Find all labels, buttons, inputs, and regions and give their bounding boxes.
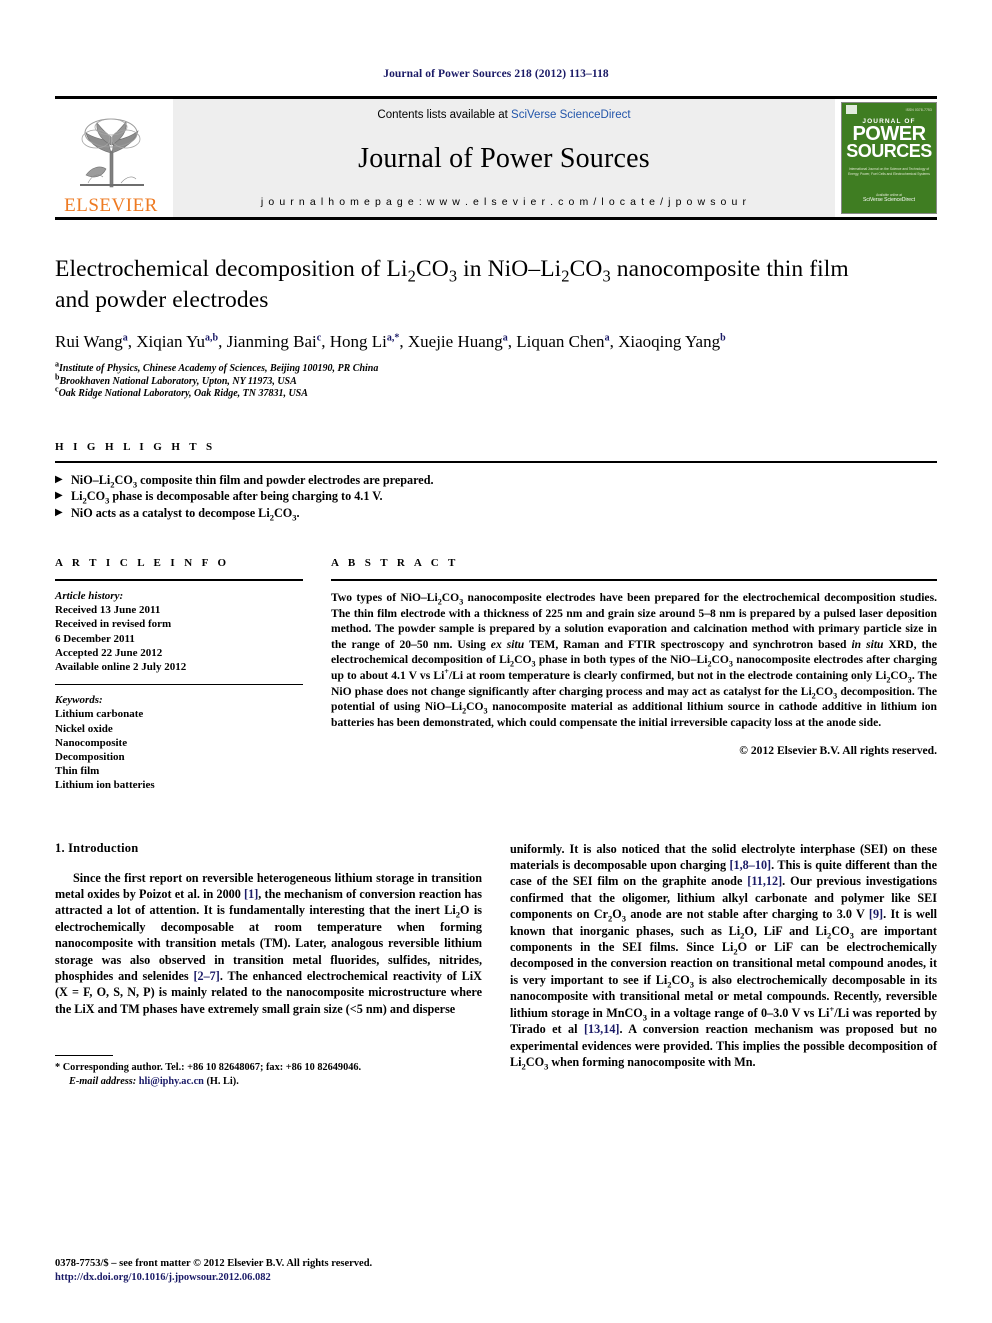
running-head: Journal of Power Sources 218 (2012) 113–… [383, 68, 609, 80]
contents-list-line: Contents lists available at SciVerse Sci… [377, 109, 630, 121]
intro-paragraph-left: Since the first report on reversible het… [55, 870, 482, 1016]
highlight-text: NiO–Li2CO3 composite thin film and powde… [71, 472, 434, 489]
keywords-block: Keywords: Lithium carbonate Nickel oxide… [55, 685, 303, 792]
contents-prefix: Contents lists available at [377, 109, 512, 121]
affiliation-item: aInstitute of Physics, Chinese Academy o… [55, 359, 379, 374]
article-page: Journal of Power Sources 218 (2012) 113–… [0, 0, 992, 1323]
author-item: Xuejie Huanga [407, 332, 508, 351]
author-item: Xiaoqing Yangb [618, 332, 726, 351]
elsevier-logo: ELSEVIER [55, 99, 167, 217]
abstract-copyright: © 2012 Elsevier B.V. All rights reserved… [739, 744, 937, 758]
article-title-line-2: and powder electrodes [55, 287, 269, 313]
journal-cover-thumbnail: ISSN 0378-7753 JOURNAL OF POWER SOURCES … [841, 102, 937, 214]
article-history-item: 6 December 2011 [55, 632, 135, 645]
elsevier-tree-icon [80, 118, 144, 188]
cover-top-strip: ISSN 0378-7753 [842, 103, 936, 116]
highlights-list: ▶ NiO–Li2CO3 composite thin film and pow… [55, 463, 937, 522]
author-list: Rui Wanga, Xiqian Yua,b, Jianming Baic, … [55, 332, 726, 351]
journal-masthead: ELSEVIER Contents lists available at Sci… [55, 96, 937, 220]
highlight-item: ▶ Li2CO3 phase is decomposable after bei… [55, 488, 937, 505]
highlight-item: ▶ NiO acts as a catalyst to decompose Li… [55, 505, 937, 522]
author-item: Jianming Baic [226, 332, 322, 351]
masthead-center: Contents lists available at SciVerse Sci… [173, 99, 835, 217]
footnote-star: * [55, 1062, 61, 1074]
highlights-heading: H I G H L I G H T S [55, 440, 216, 453]
title-block: Electrochemical decomposition of Li2CO3 … [55, 254, 937, 401]
page-title: Electrochemical decomposition of Li2CO3 … [55, 254, 937, 316]
email-note: E-mail address: hli@iphy.ac.cn (H. Li). [55, 1075, 482, 1089]
email-suffix: (H. Li). [206, 1075, 239, 1087]
keywords-label: Keywords: [55, 694, 103, 707]
intro-paragraph-right: uniformly. It is also noticed that the s… [510, 841, 938, 1072]
keyword-item: Decomposition [55, 751, 125, 764]
body-column-left: 1. Introduction Since the first report o… [55, 841, 482, 1089]
footnote-block: * Corresponding author. Tel.: +86 10 826… [55, 1055, 482, 1088]
keyword-item: Nanocomposite [55, 736, 128, 749]
cover-footer-bold: SciVerse ScienceDirect [863, 197, 915, 203]
author-item: Xiqian Yua,b [136, 332, 219, 351]
journal-title: Journal of Power Sources [358, 142, 650, 174]
info-abstract-row: A R T I C L E I N F O Article history: R… [55, 553, 937, 793]
journal-homepage-line[interactable]: j o u r n a l h o m e p a g e : w w w . … [261, 196, 747, 208]
article-info-heading: A R T I C L E I N F O [55, 557, 230, 569]
article-history-item: Received in revised form [55, 618, 172, 631]
abstract-text: Two types of NiO–Li2CO3 nanocomposite el… [331, 591, 938, 729]
cover-sources-text: SOURCES [846, 141, 932, 161]
sciencedirect-link[interactable]: SciVerse ScienceDirect [511, 109, 631, 121]
affiliation-list: aInstitute of Physics, Chinese Academy o… [55, 359, 937, 401]
introduction-section: 1. Introduction Since the first report o… [55, 841, 937, 1089]
cover-issn-text: ISSN 0378-7753 [905, 107, 932, 112]
cover-elsevier-mark-icon [846, 105, 857, 114]
keyword-item: Lithium carbonate [55, 708, 144, 721]
section-heading-introduction: 1. Introduction [55, 840, 139, 855]
elsevier-wordmark: ELSEVIER [64, 195, 158, 216]
page-footer: 0378-7753/$ – see front matter © 2012 El… [55, 1257, 372, 1285]
article-history-block: Article history: Received 13 June 2011 R… [55, 581, 303, 674]
article-history-label: Article history: [55, 590, 124, 602]
highlight-text: NiO acts as a catalyst to decompose Li2C… [71, 505, 300, 522]
keyword-item: Lithium ion batteries [55, 779, 155, 792]
article-title-line-1: Electrochemical decomposition of Li2CO3 … [55, 256, 849, 286]
abstract-heading: A B S T R A C T [331, 557, 459, 569]
bullet-arrow-icon: ▶ [55, 473, 63, 485]
affiliation-item: bBrookhaven National Laboratory, Upton, … [55, 372, 297, 387]
article-history-item: Received 13 June 2011 [55, 604, 161, 617]
abstract-section: A B S T R A C T Two types of NiO–Li2CO3 … [331, 553, 937, 793]
bullet-arrow-icon: ▶ [55, 506, 63, 518]
cover-footer-text: Available online at SciVerse ScienceDire… [842, 193, 936, 203]
email-link[interactable]: hli@iphy.ac.cn [139, 1076, 204, 1087]
author-item: Hong Lia,* [329, 332, 400, 351]
keyword-item: Thin film [55, 765, 100, 778]
bullet-arrow-icon: ▶ [55, 490, 63, 501]
email-label: E-mail address: [69, 1075, 137, 1087]
body-column-right: uniformly. It is also noticed that the s… [510, 841, 937, 1089]
article-history-item: Accepted 22 June 2012 [55, 646, 163, 659]
cover-subtitle-text: International Journal on the Science and… [848, 167, 930, 176]
author-item: Liquan Chena [516, 332, 610, 351]
author-item: Rui Wanga [55, 332, 128, 351]
highlight-text: Li2CO3 phase is decomposable after being… [71, 489, 383, 506]
highlight-item: ▶ NiO–Li2CO3 composite thin film and pow… [55, 472, 937, 489]
article-info-section: A R T I C L E I N F O Article history: R… [55, 553, 303, 793]
doi-link[interactable]: http://dx.doi.org/10.1016/j.jpowsour.201… [55, 1271, 372, 1285]
affiliation-text: Institute of Physics, Chinese Academy of… [59, 363, 379, 374]
article-history-item: Available online 2 July 2012 [55, 661, 187, 674]
corresponding-author-text: Corresponding author. Tel.: +86 10 82648… [62, 1062, 362, 1074]
corresponding-author-note: * Corresponding author. Tel.: +86 10 826… [55, 1061, 482, 1075]
affiliation-text: Oak Ridge National Laboratory, Oak Ridge… [58, 388, 308, 399]
keyword-item: Nickel oxide [55, 722, 113, 735]
issn-copyright-line: 0378-7753/$ – see front matter © 2012 El… [55, 1258, 373, 1269]
highlights-section: H I G H L I G H T S ▶ NiO–Li2CO3 composi… [55, 440, 937, 522]
affiliation-text: Brookhaven National Laboratory, Upton, N… [59, 375, 297, 387]
affiliation-item: cOak Ridge National Laboratory, Oak Ridg… [55, 384, 308, 399]
